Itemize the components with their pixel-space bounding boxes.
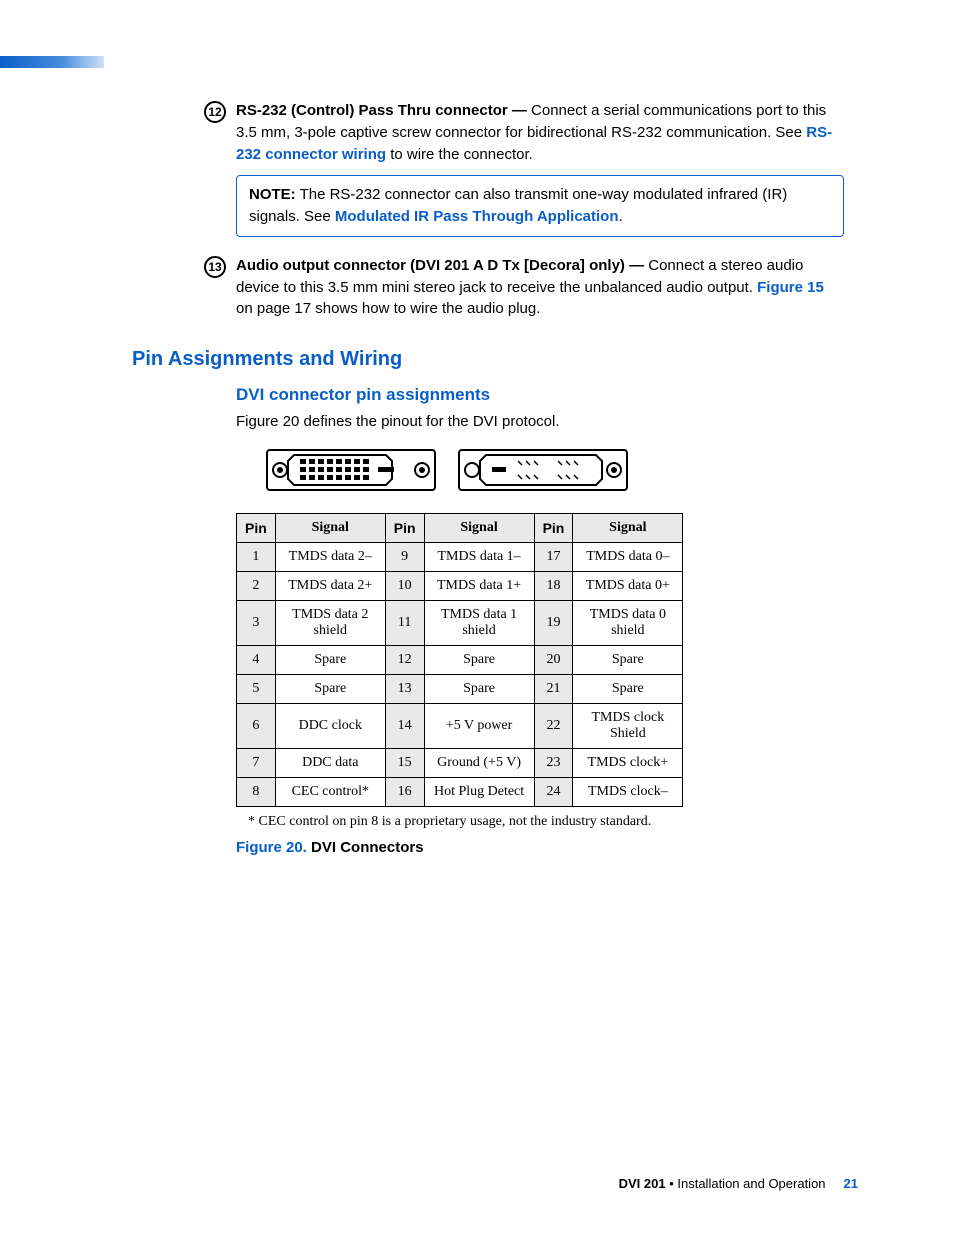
callout-12-text-b: to wire the connector. [386, 146, 533, 163]
figure-text: DVI Connectors [307, 839, 424, 856]
table-header-row: Pin Signal Pin Signal Pin Signal [237, 513, 683, 542]
table-row: 5Spare13Spare21Spare [237, 674, 683, 703]
callout-13-text-b: on page 17 shows how to wire the audio p… [236, 300, 540, 317]
page-footer: DVI 201 • Installation and Operation 21 [619, 1176, 858, 1191]
callout-12-body: RS-232 (Control) Pass Thru connector — C… [236, 100, 844, 165]
table-row: 7DDC data15Ground (+5 V)23TMDS clock+ [237, 748, 683, 777]
table-row: 6DDC clock14+5 V power22TMDS clock Shiel… [237, 703, 683, 748]
callout-13: 13 Audio output connector (DVI 201 A D T… [204, 255, 844, 320]
intro-text: Figure 20 defines the pinout for the DVI… [236, 411, 844, 433]
callout-number-13: 13 [204, 256, 226, 278]
th-pin: Pin [237, 513, 276, 542]
subsection-heading: DVI connector pin assignments [236, 385, 844, 405]
th-signal: Signal [424, 513, 534, 542]
section-heading: Pin Assignments and Wiring [132, 348, 844, 371]
callout-12: 12 RS-232 (Control) Pass Thru connector … [204, 100, 844, 237]
callout-13-body: Audio output connector (DVI 201 A D Tx [… [236, 255, 844, 320]
figure-caption: Figure 20. DVI Connectors [236, 839, 844, 856]
th-signal: Signal [573, 513, 683, 542]
table-row: 2TMDS data 2+10TMDS data 1+18TMDS data 0… [237, 571, 683, 600]
callout-12-heading: RS-232 (Control) Pass Thru connector — [236, 102, 527, 119]
th-signal: Signal [275, 513, 385, 542]
table-row: 1TMDS data 2–9TMDS data 1–17TMDS data 0– [237, 542, 683, 571]
footer-bullet: • [666, 1176, 678, 1191]
page-content: 12 RS-232 (Control) Pass Thru connector … [204, 100, 844, 856]
table-footnote: * CEC control on pin 8 is a proprietary … [248, 813, 844, 831]
link-ir-passthrough[interactable]: Modulated IR Pass Through Application [335, 208, 619, 225]
header-accent-bar [0, 56, 104, 68]
note-box: NOTE: The RS-232 connector can also tran… [236, 175, 844, 237]
figure-label: Figure 20. [236, 839, 307, 856]
th-pin: Pin [385, 513, 424, 542]
table-row: 8CEC control*16Hot Plug Detect24TMDS clo… [237, 777, 683, 806]
table-row: 3TMDS data 2 shield11TMDS data 1 shield1… [237, 600, 683, 645]
connector-diagrams [266, 445, 844, 495]
note-label: NOTE: [249, 186, 296, 203]
footer-section: Installation and Operation [677, 1176, 825, 1191]
footer-page-number: 21 [844, 1176, 858, 1191]
callout-13-heading: Audio output connector (DVI 201 A D Tx [… [236, 257, 644, 274]
note-text-b: . [619, 208, 623, 225]
table-body: 1TMDS data 2–9TMDS data 1–17TMDS data 0–… [237, 542, 683, 806]
callout-number-12: 12 [204, 101, 226, 123]
dvi-receptacle-icon [458, 445, 628, 495]
dvi-d-connector-icon [266, 445, 436, 495]
table-row: 4Spare12Spare20Spare [237, 645, 683, 674]
footer-product: DVI 201 [619, 1176, 666, 1191]
link-figure-15[interactable]: Figure 15 [757, 279, 824, 296]
th-pin: Pin [534, 513, 573, 542]
pinout-table: Pin Signal Pin Signal Pin Signal 1TMDS d… [236, 513, 683, 807]
